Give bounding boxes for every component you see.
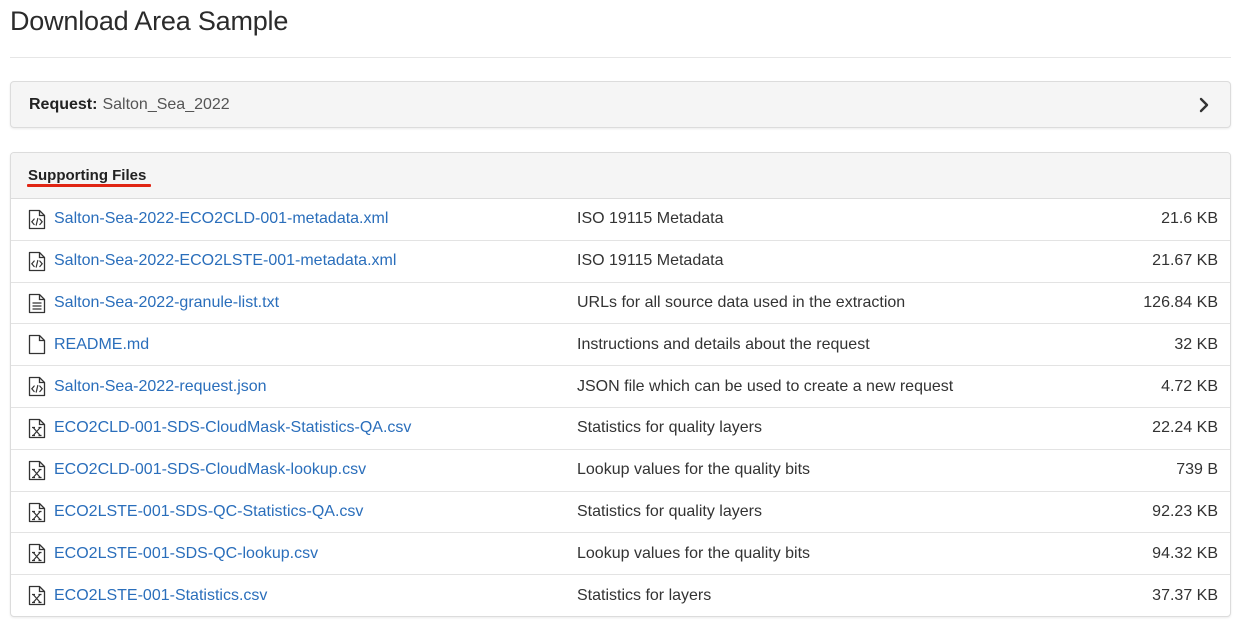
file-size: 94.32 KB — [1152, 544, 1218, 562]
supporting-files-panel: Supporting Files Salton-Sea-2022-ECO2CLD… — [10, 152, 1231, 617]
file-excel-icon — [28, 585, 46, 606]
request-name: Salton_Sea_2022 — [102, 95, 230, 113]
file-excel-icon — [28, 543, 46, 564]
file-download-link[interactable]: ECO2LSTE-001-Statistics.csv — [54, 587, 267, 605]
file-description: Statistics for quality layers — [577, 419, 762, 437]
file-size: 4.72 KB — [1161, 377, 1218, 395]
page-title: Download Area Sample — [10, 6, 289, 36]
file-download-link[interactable]: ECO2CLD-001-SDS-CloudMask-Statistics-QA.… — [54, 419, 411, 437]
file-size: 21.67 KB — [1152, 252, 1218, 270]
file-size: 92.23 KB — [1152, 502, 1218, 520]
file-download-link[interactable]: ECO2LSTE-001-SDS-QC-lookup.csv — [54, 545, 318, 563]
file-excel-icon — [28, 460, 46, 481]
title-divider — [10, 57, 1231, 58]
file-row: ECO2LSTE-001-SDS-QC-lookup.csv Lookup val… — [11, 533, 1230, 576]
file-description: Statistics for layers — [577, 587, 712, 605]
file-size: 739 B — [1176, 461, 1218, 479]
supporting-files-header: Supporting Files — [11, 153, 1230, 199]
file-row: Salton-Sea-2022-granule-list.txt URLs for… — [11, 283, 1230, 325]
file-download-link[interactable]: Salton-Sea-2022-ECO2LSTE-001-metadata.xm… — [54, 252, 396, 270]
file-description: Lookup values for the quality bits — [577, 461, 811, 479]
file-excel-icon — [28, 418, 46, 439]
file-size: 21.6 KB — [1161, 210, 1218, 228]
file-row: ECO2LSTE-001-SDS-QC-Statistics-QA.csv Sta… — [11, 492, 1230, 534]
file-row: ECO2CLD-001-SDS-CloudMask-Statistics-QA.… — [11, 408, 1230, 450]
file-code-icon — [28, 209, 46, 230]
file-code-icon — [28, 251, 46, 272]
supporting-files-heading: Supporting Files — [28, 167, 147, 184]
file-description: URLs for all source data used in the ext… — [577, 293, 906, 311]
file-excel-icon — [28, 502, 46, 523]
file-download-link[interactable]: Salton-Sea-2022-request.json — [54, 378, 267, 396]
file-size: 37.37 KB — [1152, 587, 1218, 605]
file-description: JSON file which can be used to create a … — [577, 377, 954, 395]
file-description: Statistics for quality layers — [577, 502, 762, 520]
file-download-link[interactable]: ECO2CLD-001-SDS-CloudMask-lookup.csv — [54, 461, 366, 479]
file-download-link[interactable]: ECO2LSTE-001-SDS-QC-Statistics-QA.csv — [54, 503, 363, 521]
file-description: Lookup values for the quality bits — [577, 544, 811, 562]
file-size: 22.24 KB — [1152, 419, 1218, 437]
file-row: README.md Instructions and details about … — [11, 324, 1230, 367]
file-download-link[interactable]: README.md — [54, 336, 149, 354]
heading-underline — [27, 184, 151, 187]
file-row: Salton-Sea-2022-ECO2CLD-001-metadata.xml… — [11, 199, 1230, 241]
file-download-link[interactable]: Salton-Sea-2022-granule-list.txt — [54, 294, 279, 312]
file-list: Salton-Sea-2022-ECO2CLD-001-metadata.xml… — [11, 199, 1230, 616]
file-row: ECO2CLD-001-SDS-CloudMask-lookup.csv Look… — [11, 450, 1230, 492]
file-blank-icon — [28, 334, 46, 355]
file-download-link[interactable]: Salton-Sea-2022-ECO2CLD-001-metadata.xml — [54, 210, 388, 228]
file-description: Instructions and details about the reque… — [577, 335, 870, 353]
file-size: 126.84 KB — [1143, 293, 1218, 311]
request-label: Request: — [29, 95, 98, 113]
file-size: 32 KB — [1174, 335, 1218, 353]
file-description: ISO 19115 Metadata — [577, 252, 724, 270]
file-description: ISO 19115 Metadata — [577, 210, 724, 228]
file-row: Salton-Sea-2022-request.json JSON file wh… — [11, 366, 1230, 408]
file-row: Salton-Sea-2022-ECO2LSTE-001-metadata.xm… — [11, 241, 1230, 283]
file-row: ECO2LSTE-001-Statistics.csv Statistics fo… — [11, 575, 1230, 616]
request-panel-toggle[interactable]: Request: Salton_Sea_2022 — [10, 81, 1231, 128]
file-code-icon — [28, 376, 46, 397]
chevron-right-icon[interactable] — [1198, 97, 1212, 113]
file-text-icon — [28, 293, 46, 314]
